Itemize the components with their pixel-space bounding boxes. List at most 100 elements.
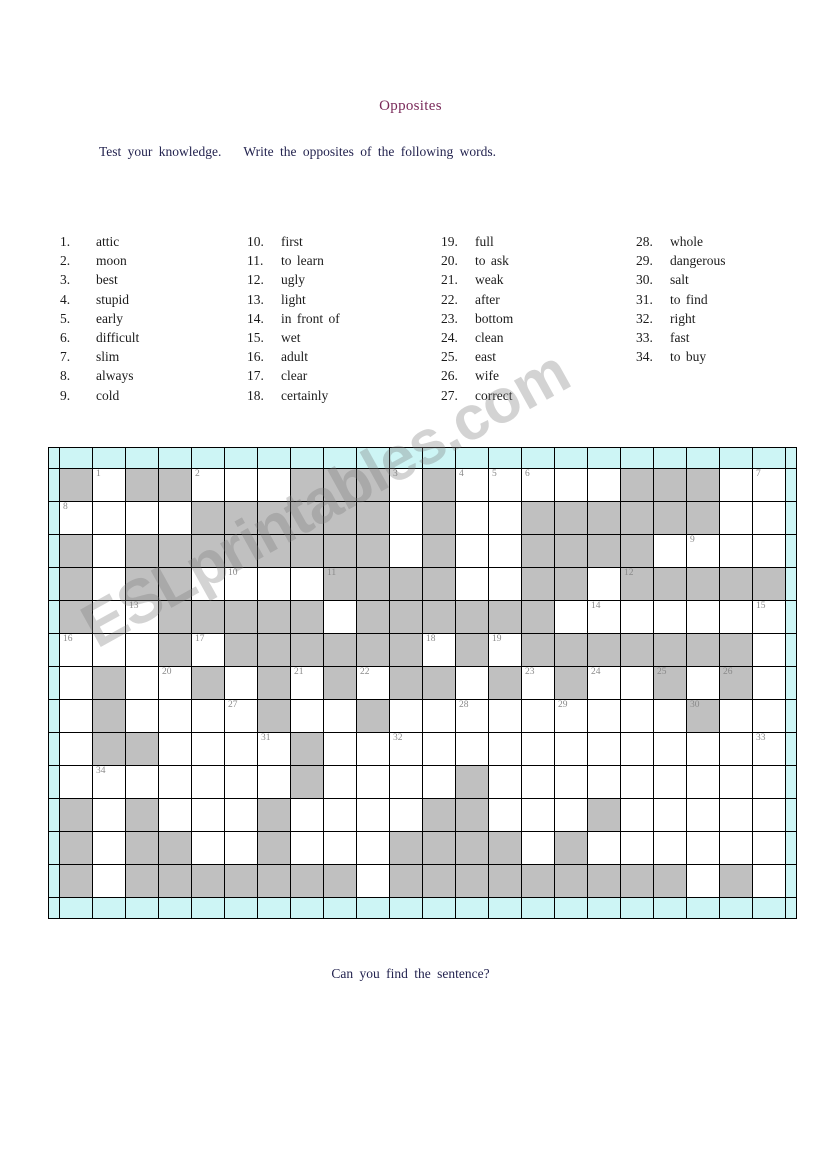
crossword-answer-cell[interactable] [752, 699, 786, 733]
crossword-answer-cell[interactable] [224, 468, 258, 502]
crossword-answer-cell[interactable] [389, 765, 423, 799]
crossword-answer-cell[interactable] [125, 765, 159, 799]
crossword-answer-cell[interactable] [488, 534, 522, 568]
crossword-answer-cell[interactable] [257, 567, 291, 601]
crossword-answer-cell[interactable] [752, 501, 786, 535]
crossword-answer-cell[interactable] [422, 699, 456, 733]
crossword-answer-cell[interactable] [92, 864, 126, 898]
crossword-answer-cell[interactable] [455, 534, 489, 568]
crossword-answer-cell[interactable] [752, 831, 786, 865]
crossword-answer-cell[interactable] [158, 732, 192, 766]
crossword-answer-cell[interactable] [719, 732, 753, 766]
crossword-numbered-cell[interactable] [752, 600, 786, 634]
crossword-answer-cell[interactable] [323, 765, 357, 799]
crossword-answer-cell[interactable] [224, 798, 258, 832]
crossword-answer-cell[interactable] [422, 732, 456, 766]
crossword-answer-cell[interactable] [719, 831, 753, 865]
crossword-numbered-cell[interactable] [356, 666, 390, 700]
crossword-answer-cell[interactable] [653, 534, 687, 568]
crossword-answer-cell[interactable] [752, 798, 786, 832]
crossword-answer-cell[interactable] [686, 666, 720, 700]
crossword-numbered-cell[interactable] [158, 666, 192, 700]
crossword-numbered-cell[interactable] [389, 468, 423, 502]
crossword-answer-cell[interactable] [224, 732, 258, 766]
crossword-answer-cell[interactable] [422, 765, 456, 799]
crossword-answer-cell[interactable] [323, 732, 357, 766]
crossword-answer-cell[interactable] [488, 765, 522, 799]
crossword-answer-cell[interactable] [356, 831, 390, 865]
crossword-numbered-cell[interactable] [224, 699, 258, 733]
crossword-numbered-cell[interactable] [587, 600, 621, 634]
crossword-answer-cell[interactable] [521, 798, 555, 832]
crossword-answer-cell[interactable] [752, 534, 786, 568]
crossword-answer-cell[interactable] [125, 501, 159, 535]
crossword-answer-cell[interactable] [158, 798, 192, 832]
crossword-numbered-cell[interactable] [92, 765, 126, 799]
crossword-answer-cell[interactable] [752, 666, 786, 700]
crossword-answer-cell[interactable] [719, 798, 753, 832]
crossword-answer-cell[interactable] [620, 765, 654, 799]
crossword-answer-cell[interactable] [719, 534, 753, 568]
crossword-answer-cell[interactable] [587, 732, 621, 766]
crossword-answer-cell[interactable] [521, 765, 555, 799]
crossword-answer-cell[interactable] [554, 600, 588, 634]
crossword-answer-cell[interactable] [191, 732, 225, 766]
crossword-answer-cell[interactable] [587, 468, 621, 502]
crossword-answer-cell[interactable] [554, 798, 588, 832]
crossword-answer-cell[interactable] [620, 732, 654, 766]
crossword-numbered-cell[interactable] [554, 699, 588, 733]
crossword-answer-cell[interactable] [257, 765, 291, 799]
crossword-answer-cell[interactable] [158, 699, 192, 733]
crossword-numbered-cell[interactable] [455, 699, 489, 733]
crossword-answer-cell[interactable] [554, 765, 588, 799]
crossword-answer-cell[interactable] [290, 567, 324, 601]
crossword-numbered-cell[interactable] [653, 666, 687, 700]
crossword-numbered-cell[interactable] [521, 468, 555, 502]
crossword-numbered-cell[interactable] [752, 468, 786, 502]
crossword-numbered-cell[interactable] [191, 468, 225, 502]
crossword-numbered-cell[interactable] [59, 501, 93, 535]
crossword-answer-cell[interactable] [653, 798, 687, 832]
crossword-numbered-cell[interactable] [224, 567, 258, 601]
crossword-answer-cell[interactable] [389, 699, 423, 733]
crossword-answer-cell[interactable] [686, 765, 720, 799]
crossword-answer-cell[interactable] [620, 699, 654, 733]
crossword-answer-cell[interactable] [488, 798, 522, 832]
crossword-answer-cell[interactable] [686, 798, 720, 832]
crossword-answer-cell[interactable] [719, 501, 753, 535]
crossword-answer-cell[interactable] [719, 600, 753, 634]
crossword-answer-cell[interactable] [620, 798, 654, 832]
crossword-answer-cell[interactable] [356, 798, 390, 832]
crossword-answer-cell[interactable] [587, 567, 621, 601]
crossword-answer-cell[interactable] [653, 699, 687, 733]
crossword-answer-cell[interactable] [224, 831, 258, 865]
crossword-answer-cell[interactable] [389, 534, 423, 568]
crossword-answer-cell[interactable] [158, 501, 192, 535]
crossword-answer-cell[interactable] [389, 798, 423, 832]
crossword-numbered-cell[interactable] [587, 666, 621, 700]
crossword-answer-cell[interactable] [92, 567, 126, 601]
crossword-numbered-cell[interactable] [521, 666, 555, 700]
crossword-answer-cell[interactable] [455, 501, 489, 535]
crossword-answer-cell[interactable] [191, 765, 225, 799]
crossword-answer-cell[interactable] [191, 831, 225, 865]
crossword-answer-cell[interactable] [323, 600, 357, 634]
crossword-answer-cell[interactable] [356, 732, 390, 766]
crossword-answer-cell[interactable] [488, 699, 522, 733]
crossword-answer-cell[interactable] [125, 666, 159, 700]
crossword-answer-cell[interactable] [191, 567, 225, 601]
crossword-numbered-cell[interactable] [191, 633, 225, 667]
crossword-answer-cell[interactable] [488, 732, 522, 766]
crossword-answer-cell[interactable] [455, 732, 489, 766]
crossword-answer-cell[interactable] [752, 864, 786, 898]
crossword-answer-cell[interactable] [92, 831, 126, 865]
crossword-answer-cell[interactable] [92, 798, 126, 832]
crossword-answer-cell[interactable] [686, 600, 720, 634]
crossword-answer-cell[interactable] [653, 765, 687, 799]
crossword-answer-cell[interactable] [521, 831, 555, 865]
crossword-answer-cell[interactable] [752, 633, 786, 667]
crossword-answer-cell[interactable] [752, 765, 786, 799]
crossword-answer-cell[interactable] [719, 765, 753, 799]
crossword-answer-cell[interactable] [554, 468, 588, 502]
crossword-answer-cell[interactable] [521, 732, 555, 766]
